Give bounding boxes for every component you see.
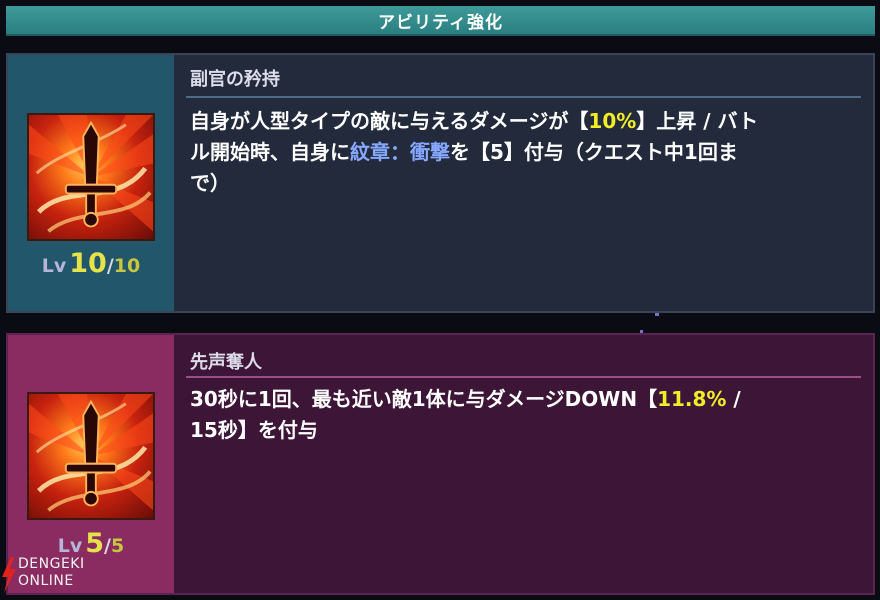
ability-level: Lv 10/10 — [8, 248, 174, 279]
level-separator: / — [104, 535, 111, 557]
title-divider — [186, 376, 861, 378]
ability-enhance-header: アビリティ強化 — [6, 6, 875, 36]
ability-level: Lv 5/5 — [8, 528, 174, 559]
desc-highlight-value: 11.8% — [657, 387, 727, 411]
level-max: 5 — [111, 535, 125, 557]
sword-emblem-icon — [27, 392, 155, 520]
ability-description: 30秒に1回、最も近い敵1体に与ダメージDOWN【11.8% / 15秒】を付与 — [190, 384, 850, 446]
level-separator: / — [106, 255, 114, 277]
title-divider — [186, 96, 861, 98]
ability-side-panel: Lv 5/5 — [8, 335, 174, 593]
level-current: 10 — [69, 248, 107, 279]
dengeki-bolt-icon — [2, 557, 16, 593]
ability-card-1: Lv 10/10 副官の矜持 自身が人型タイプの敵に与えるダメージが【10%】上昇… — [6, 53, 875, 313]
sword-emblem-icon — [27, 113, 155, 241]
ability-description: 自身が人型タイプの敵に与えるダメージが【10%】上昇 / バト ル開始時、自身に… — [190, 106, 850, 199]
header-title: アビリティ強化 — [378, 12, 503, 33]
desc-text: 自身が人型タイプの敵に与えるダメージが【 — [190, 109, 589, 133]
ability-title: 先声奪人 — [190, 352, 262, 373]
level-max: 10 — [113, 255, 141, 277]
level-label: Lv — [57, 535, 83, 557]
ability-title: 副官の矜持 — [190, 69, 280, 90]
level-label: Lv — [41, 255, 67, 277]
desc-highlight-value: 10% — [588, 109, 637, 133]
ability-side-panel: Lv 10/10 — [8, 55, 174, 311]
desc-text: 30秒に1回、最も近い敵1体に与ダメージDOWN【 — [190, 387, 658, 411]
watermark-line1: DENGEKI — [18, 556, 85, 572]
watermark-line2: ONLINE — [18, 573, 74, 589]
level-current: 5 — [85, 528, 105, 559]
desc-highlight-term: 紋章：衝撃 — [350, 140, 450, 164]
watermark-text: DENGEKI ONLINE — [18, 556, 85, 590]
ability-card-2: Lv 5/5 先声奪人 30秒に1回、最も近い敵1体に与ダメージDOWN【11.8… — [6, 333, 875, 595]
